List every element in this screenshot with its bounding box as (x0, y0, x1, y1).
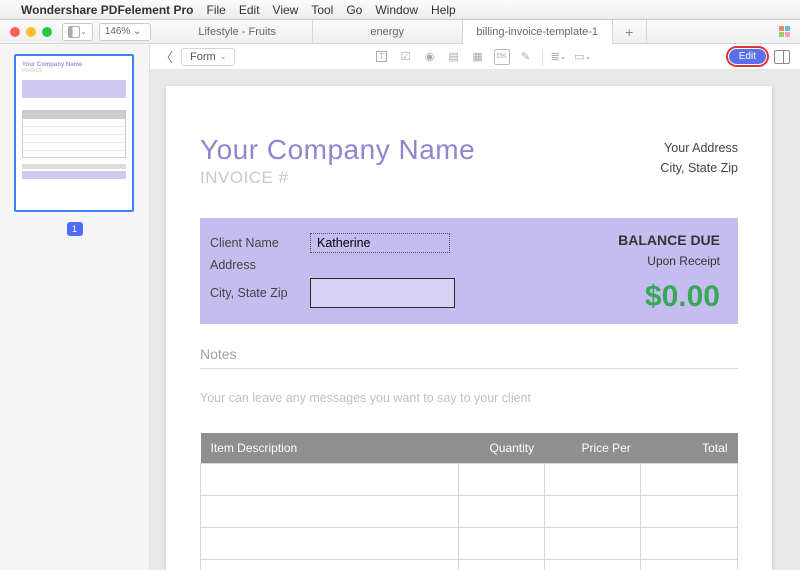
sidebar-icon (68, 26, 80, 38)
edit-button[interactable]: Edit (729, 49, 766, 64)
table-row[interactable] (201, 560, 738, 570)
thumb-footer (22, 164, 126, 169)
company-address: Your Address City, State Zip (660, 138, 738, 178)
distribute-tool-icon[interactable]: ▭⌄ (575, 49, 591, 65)
invoice-number-label: INVOICE # (200, 168, 738, 188)
menu-view[interactable]: View (273, 3, 299, 17)
city-state-zip-label: City, State Zip (210, 286, 310, 300)
combo-tool-icon[interactable]: ▤ (446, 49, 462, 65)
thumb-table (22, 110, 126, 158)
th-total: Total (641, 433, 738, 464)
list-tool-icon[interactable]: ▦ (470, 49, 486, 65)
chevron-down-icon: ⌄ (220, 52, 227, 61)
close-window-icon[interactable] (10, 27, 20, 37)
menu-tool[interactable]: Tool (311, 3, 333, 17)
address-label: Address (210, 258, 310, 272)
thumb-footer-band (22, 171, 126, 179)
document-tabs: Lifestyle - Fruits energy billing-invoic… (163, 20, 769, 44)
client-balance-panel: Client Name Address City, State Zip BALA… (200, 218, 738, 324)
menu-go[interactable]: Go (346, 3, 362, 17)
balance-due-label: BALANCE DUE (618, 232, 720, 248)
macos-menubar: Wondershare PDFelement Pro File Edit Vie… (0, 0, 800, 20)
divider (200, 368, 738, 369)
address-line2: City, State Zip (660, 158, 738, 178)
menu-file[interactable]: File (207, 3, 226, 17)
invoice-page: Your Company Name INVOICE # Your Address… (166, 86, 772, 570)
checkbox-tool-icon[interactable]: ☑ (398, 49, 414, 65)
thumb-band (22, 80, 126, 98)
items-table: Item Description Quantity Price Per Tota… (200, 433, 738, 570)
client-name-label: Client Name (210, 236, 310, 250)
sidebar-toggle-button[interactable]: ⌄ (62, 23, 93, 41)
chevron-down-icon: ⌄ (80, 27, 87, 36)
app-name[interactable]: Wondershare PDFelement Pro (21, 3, 194, 17)
menu-help[interactable]: Help (431, 3, 456, 17)
page-number-badge: 1 (67, 222, 83, 236)
form-dropdown[interactable]: Form ⌄ (181, 48, 235, 66)
th-quantity: Quantity (458, 433, 544, 464)
form-dropdown-label: Form (190, 51, 216, 63)
fullscreen-window-icon[interactable] (42, 27, 52, 37)
table-row[interactable] (201, 496, 738, 528)
document-toolbar: 〈 Form ⌄ T ☑ ◉ ▤ ▦ OK ✎ ≣⌄ ▭⌄ Edit (150, 44, 800, 70)
menu-edit[interactable]: Edit (239, 3, 260, 17)
text-field-tool-icon[interactable]: T (374, 49, 390, 65)
page-thumbnail[interactable]: Your Company Name INVOICE (14, 54, 134, 212)
thumbnail-sidebar: Your Company Name INVOICE 1 (0, 44, 150, 570)
thumb-invoice: INVOICE (22, 68, 126, 74)
address-line1: Your Address (660, 138, 738, 158)
new-tab-button[interactable]: + (613, 20, 647, 44)
minimize-window-icon[interactable] (26, 27, 36, 37)
radio-tool-icon[interactable]: ◉ (422, 49, 438, 65)
tab-billing-invoice[interactable]: billing-invoice-template-1 (463, 20, 613, 44)
city-state-zip-field[interactable] (310, 278, 455, 308)
apps-grid-icon[interactable] (779, 26, 790, 37)
align-tool-icon[interactable]: ≣⌄ (551, 49, 567, 65)
tab-energy[interactable]: energy (313, 20, 463, 44)
tab-lifestyle[interactable]: Lifestyle - Fruits (163, 20, 313, 44)
properties-panel-icon[interactable] (774, 50, 790, 64)
menu-window[interactable]: Window (375, 3, 418, 17)
zoom-dropdown[interactable]: 146% ⌄ (99, 23, 151, 41)
signature-tool-icon[interactable]: ✎ (518, 49, 534, 65)
th-price: Price Per (544, 433, 641, 464)
th-description: Item Description (201, 433, 459, 464)
button-tool-icon[interactable]: OK (494, 49, 510, 65)
table-row[interactable] (201, 464, 738, 496)
window-controls (0, 27, 62, 37)
zoom-value: 146% ⌄ (105, 26, 142, 37)
notes-heading: Notes (200, 346, 738, 362)
table-row[interactable] (201, 528, 738, 560)
window-toolbar: ⌄ 146% ⌄ Lifestyle - Fruits energy billi… (0, 20, 800, 44)
back-button[interactable]: 〈 (160, 47, 173, 66)
payment-terms: Upon Receipt (647, 254, 720, 268)
company-name: Your Company Name (200, 134, 738, 166)
balance-amount: $0.00 (645, 280, 720, 314)
client-name-field[interactable] (310, 233, 450, 253)
document-viewport[interactable]: Your Company Name INVOICE # Your Address… (150, 70, 800, 570)
notes-placeholder: Your can leave any messages you want to … (200, 391, 738, 405)
